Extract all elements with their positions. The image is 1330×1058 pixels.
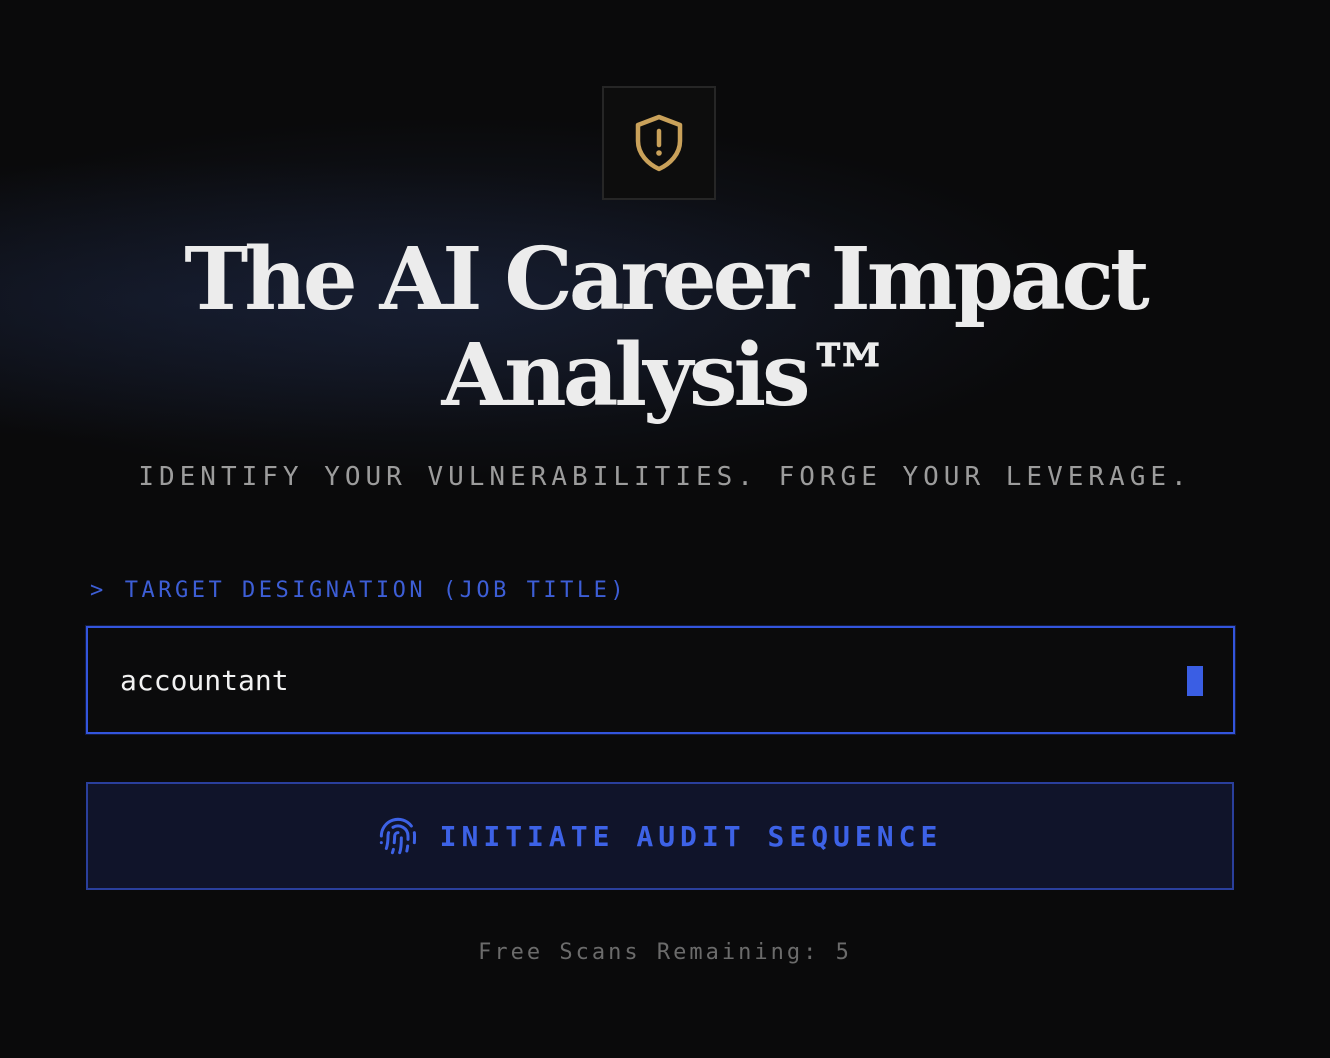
fingerprint-icon [379, 817, 416, 855]
page-title: The AI Career Impact Analysis™ [0, 232, 1330, 424]
prompt-chevron-icon: > [90, 578, 107, 603]
initiate-audit-button[interactable]: INITIATE AUDIT SEQUENCE [86, 782, 1234, 890]
initiate-audit-button-label: INITIATE AUDIT SEQUENCE [439, 819, 943, 853]
logo-badge [602, 86, 716, 200]
job-title-input-container[interactable] [86, 626, 1235, 734]
terminal-cursor-block [1187, 666, 1203, 696]
job-title-label: > TARGET DESIGNATION (JOB TITLE) [90, 578, 627, 603]
free-scans-remaining: Free Scans Remaining: 5 [478, 940, 852, 965]
job-title-input[interactable] [120, 628, 1160, 732]
page-subtitle: IDENTIFY YOUR VULNERABILITIES. FORGE YOU… [138, 462, 1192, 492]
page-title-line-1: The AI Career Impact [184, 229, 1149, 330]
page-title-line-2: Analysis™ [441, 325, 892, 426]
shield-alert-icon [635, 114, 683, 172]
job-title-label-text: TARGET DESIGNATION (JOB TITLE) [124, 578, 628, 603]
